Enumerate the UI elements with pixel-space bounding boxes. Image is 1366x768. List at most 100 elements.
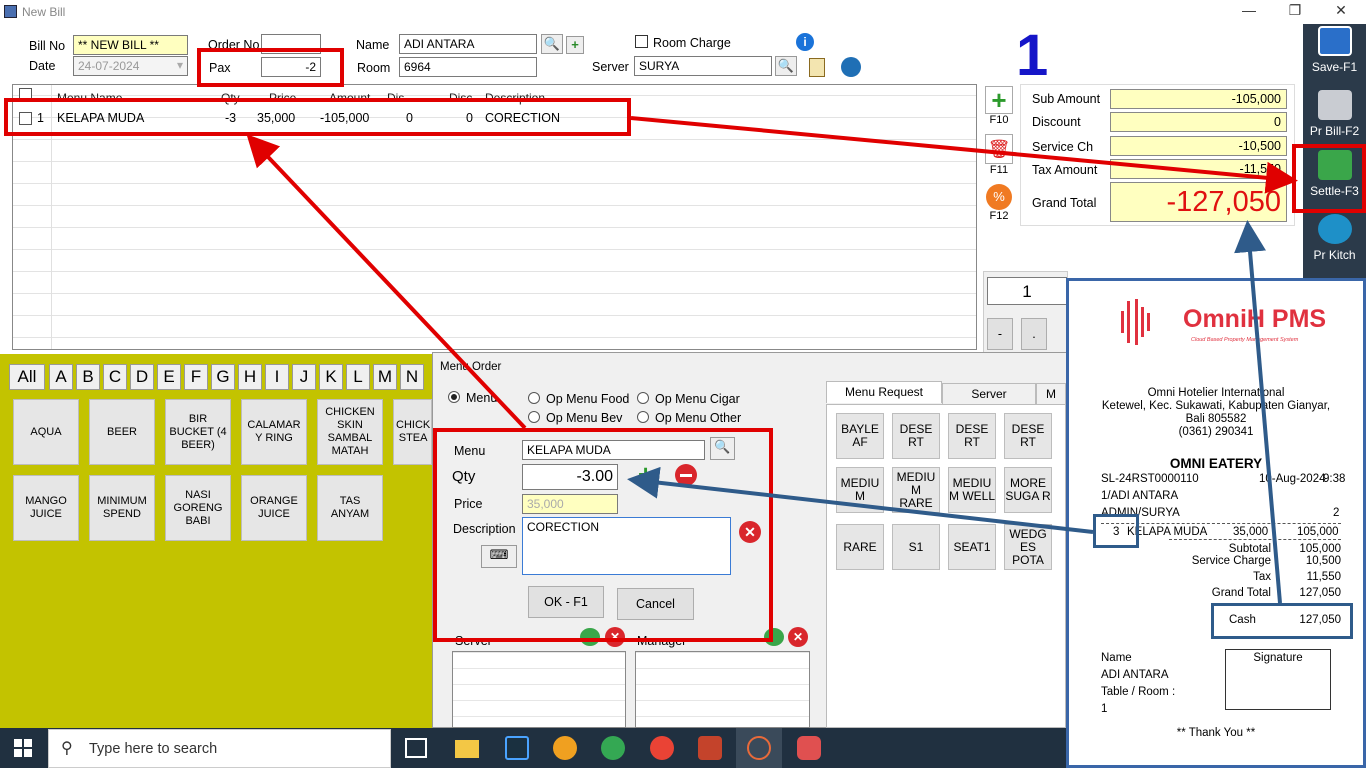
server-list[interactable]: [452, 651, 626, 728]
annotation-receipt-cash-box: [1211, 603, 1353, 639]
chrome-profile-icon[interactable]: [650, 736, 674, 760]
chrome-profile-icon[interactable]: [553, 736, 577, 760]
server-field[interactable]: SURYA: [634, 56, 772, 76]
radio-op-food[interactable]: [528, 392, 540, 404]
tab-server[interactable]: Server: [942, 383, 1036, 405]
discount-button[interactable]: % F12: [983, 184, 1015, 222]
letter-j[interactable]: J: [292, 364, 316, 390]
menu-item-button[interactable]: BIR BUCKET (4 BEER): [165, 399, 231, 465]
app-icon-taskbar[interactable]: [505, 736, 529, 760]
request-button[interactable]: BAYLE AF: [836, 413, 884, 459]
service-label: Service Ch: [1032, 140, 1094, 154]
menu-item-button[interactable]: MINIMUM SPEND: [89, 475, 155, 541]
radio-op-bev[interactable]: [528, 411, 540, 423]
tab-menu-request[interactable]: Menu Request: [826, 381, 942, 403]
request-button[interactable]: DESE RT: [1004, 413, 1052, 459]
menu-item-button[interactable]: ORANGE JUICE: [241, 475, 307, 541]
letter-all[interactable]: All: [9, 364, 45, 390]
date-field[interactable]: 24-07-2024 ▾: [73, 56, 188, 76]
menu-item-button[interactable]: TAS ANYAM: [317, 475, 383, 541]
search-server-icon[interactable]: 🔍: [775, 56, 797, 76]
letter-d[interactable]: D: [130, 364, 154, 390]
save-button[interactable]: Save-F1: [1303, 26, 1366, 74]
task-view-icon[interactable]: [405, 738, 427, 758]
numpad-display[interactable]: 1: [987, 277, 1067, 305]
bill-no-field[interactable]: ** NEW BILL **: [73, 35, 188, 55]
minimize-button[interactable]: —: [1226, 2, 1272, 22]
request-button[interactable]: MEDIU M RARE: [892, 467, 940, 513]
request-button[interactable]: RARE: [836, 524, 884, 570]
letter-c[interactable]: C: [103, 364, 127, 390]
letter-f[interactable]: F: [184, 364, 208, 390]
letter-e[interactable]: E: [157, 364, 181, 390]
request-button[interactable]: WEDG ES POTA: [1004, 524, 1052, 570]
receipt-outlet: OMNI EATERY: [1169, 456, 1263, 471]
powerpoint-icon[interactable]: [698, 736, 722, 760]
info-icon[interactable]: i: [796, 33, 814, 51]
letter-a[interactable]: A: [49, 364, 73, 390]
menu-item-button[interactable]: BEER: [89, 399, 155, 465]
room-charge-checkbox[interactable]: [635, 35, 648, 48]
print-kitchen-button[interactable]: Pr Kitch: [1303, 214, 1366, 262]
receipt-hotel: Omni Hotelier International: [1147, 387, 1285, 399]
letter-l[interactable]: L: [346, 364, 370, 390]
grand-total-value: -127,050: [1110, 182, 1287, 222]
server-label: Server: [592, 60, 629, 74]
menu-item-button[interactable]: CHICK STEA: [393, 399, 432, 465]
restore-button[interactable]: ❐: [1272, 2, 1318, 22]
request-button[interactable]: SEAT1: [948, 524, 996, 570]
radio-menu[interactable]: [448, 391, 460, 403]
menu-item-button[interactable]: CALAMAR Y RING: [241, 399, 307, 465]
name-field[interactable]: ADI ANTARA: [399, 34, 537, 54]
letter-i[interactable]: I: [265, 364, 289, 390]
discount-label: Discount: [1032, 115, 1081, 129]
radio-op-cigar[interactable]: [637, 392, 649, 404]
menu-item-button[interactable]: MANGO JUICE: [13, 475, 79, 541]
menu-item-button[interactable]: AQUA: [13, 399, 79, 465]
floppy-icon: [1317, 26, 1352, 56]
sync-icon[interactable]: [841, 57, 861, 77]
letter-n[interactable]: N: [400, 364, 424, 390]
request-button[interactable]: MORE SUGA R: [1004, 467, 1052, 513]
receipt-address2: Bali 805582: [1185, 413, 1247, 425]
omnih-logo-icon: [1121, 297, 1133, 345]
letter-b[interactable]: B: [76, 364, 100, 390]
signature-box: Signature: [1225, 649, 1331, 710]
request-button[interactable]: MEDIU M WELL: [948, 467, 996, 513]
numpad-minus-button[interactable]: -: [987, 318, 1013, 350]
clipboard-icon[interactable]: [809, 58, 825, 77]
request-button[interactable]: S1: [892, 524, 940, 570]
calendar-dropdown-icon[interactable]: ▾: [177, 58, 183, 72]
windows-start-icon[interactable]: [14, 739, 32, 757]
room-field[interactable]: 6964: [399, 57, 537, 77]
taskbar-search-box[interactable]: ⚲ Type here to search: [48, 729, 391, 768]
close-button[interactable]: ✕: [1318, 2, 1364, 22]
receipt-divider: [1169, 539, 1341, 540]
receipt-item-price: 35,000: [1233, 526, 1269, 538]
f12-label: F12: [989, 210, 1009, 222]
request-button[interactable]: DESE RT: [948, 413, 996, 459]
file-explorer-icon[interactable]: [455, 740, 479, 758]
letter-k[interactable]: K: [319, 364, 343, 390]
omnih-icon[interactable]: [747, 736, 771, 760]
request-button[interactable]: DESE RT: [892, 413, 940, 459]
letter-g[interactable]: G: [211, 364, 235, 390]
add-item-button[interactable]: + F10: [983, 86, 1015, 126]
manager-list[interactable]: [635, 651, 810, 728]
letter-h[interactable]: H: [238, 364, 262, 390]
delete-item-button[interactable]: 🗑 F11: [983, 134, 1015, 176]
menu-item-button[interactable]: NASI GORENG BABI: [165, 475, 231, 541]
print-bill-button[interactable]: Pr Bill-F2: [1303, 90, 1366, 138]
request-button[interactable]: MEDIU M: [836, 467, 884, 513]
add-guest-icon[interactable]: +: [566, 36, 584, 54]
snipping-tool-icon[interactable]: [797, 736, 821, 760]
search-guest-icon[interactable]: 🔍: [541, 34, 563, 54]
menu-item-button[interactable]: CHICKEN SKIN SAMBAL MATAH: [317, 399, 383, 465]
radio-op-other[interactable]: [637, 411, 649, 423]
numpad-dot-button[interactable]: .: [1021, 318, 1047, 350]
remove-manager-icon[interactable]: ✕: [788, 627, 808, 647]
tab-more[interactable]: M: [1036, 383, 1066, 405]
chrome-profile-icon[interactable]: [601, 736, 625, 760]
print-bill-label: Pr Bill-F2: [1309, 124, 1360, 138]
letter-m[interactable]: M: [373, 364, 397, 390]
